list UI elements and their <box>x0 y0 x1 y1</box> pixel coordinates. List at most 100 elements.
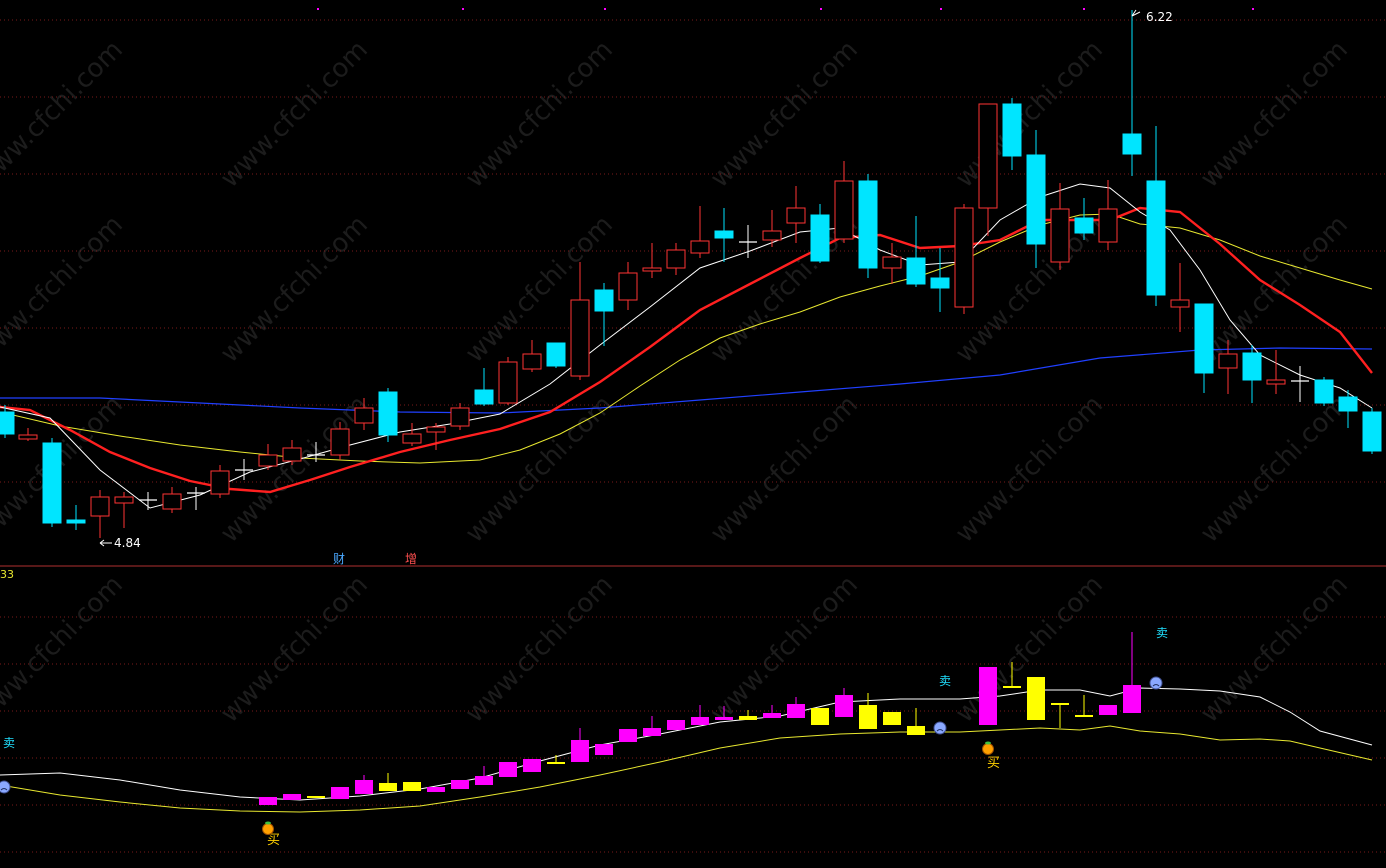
candle-body <box>426 426 446 433</box>
candle-body <box>1002 103 1022 157</box>
indicator-bar <box>475 776 493 785</box>
candle-body <box>930 277 950 289</box>
indicator-bar <box>283 794 301 800</box>
candle-body <box>210 470 230 495</box>
candle-body <box>474 389 494 405</box>
indicator-bar <box>835 695 853 717</box>
candle-body <box>978 103 998 209</box>
candle-body <box>1170 299 1190 308</box>
candle-body <box>714 230 734 239</box>
buy-orange-icon <box>262 823 274 835</box>
watermark-text: www.cfchi.com <box>0 210 129 369</box>
candle-body <box>1074 217 1094 234</box>
candle-body <box>594 289 614 312</box>
sell-label: 卖 <box>1156 626 1168 640</box>
top-tick <box>940 8 942 10</box>
grid-lines <box>0 8 1386 853</box>
indicator-bar <box>763 713 781 718</box>
indicator-bar <box>1123 685 1141 713</box>
indicator-value: 33 <box>0 568 14 581</box>
sell-face-icon <box>933 721 947 735</box>
candle-body <box>1314 379 1334 404</box>
candle-body <box>330 428 350 456</box>
sell-face-icon <box>0 780 11 794</box>
low-arrow-icon <box>99 539 112 547</box>
candle-body <box>450 407 470 427</box>
moving-average-line <box>0 206 1373 494</box>
indicator-bar <box>355 780 373 794</box>
candle-body <box>18 434 38 440</box>
indicator-bar <box>691 717 709 725</box>
watermark-text: www.cfchi.com <box>950 390 1109 549</box>
low-price-label: 4.84 <box>114 536 141 550</box>
candle-body <box>570 299 590 377</box>
watermark-text: www.cfchi.com <box>1195 35 1354 194</box>
stock-chart: www.cfchi.com www.cfchi.com www.cfchi.com w… <box>0 8 1386 853</box>
candle-body <box>522 353 542 370</box>
candle-body <box>762 230 782 241</box>
moving-average-lines <box>0 183 1373 509</box>
sell-label: 卖 <box>3 736 15 750</box>
watermark-text: www.cfchi.com <box>215 210 374 369</box>
indicator-bar <box>379 783 397 791</box>
indicator-lines <box>0 687 1373 813</box>
candle-body <box>834 180 854 240</box>
indicator-bar <box>643 728 661 736</box>
candle-body <box>402 433 422 444</box>
watermark-text: www.cfchi.com <box>0 570 129 729</box>
watermark-text: www.cfchi.com <box>705 35 864 194</box>
indicator-bar <box>715 717 733 720</box>
watermark-text: www.cfchi.com <box>705 390 864 549</box>
moving-average-line <box>0 213 1373 464</box>
indicator-bar <box>739 716 757 720</box>
watermark-text: www.cfchi.com <box>215 35 374 194</box>
top-tick <box>317 8 319 10</box>
top-tick <box>604 8 606 10</box>
indicator-bar <box>787 704 805 718</box>
buy-orange-icon <box>982 743 994 755</box>
candle-body <box>858 180 878 269</box>
watermark-text: www.cfchi.com <box>460 210 619 369</box>
indicator-bar <box>403 782 421 791</box>
candle-body <box>1146 180 1166 296</box>
candle-body <box>642 267 662 272</box>
sell-label: 卖 <box>939 674 951 688</box>
top-tick <box>820 8 822 10</box>
candle-body <box>114 496 134 504</box>
candle-body <box>1218 353 1238 369</box>
indicator-bar <box>811 708 829 725</box>
candle-body <box>810 214 830 262</box>
annotation-zeng: 增 <box>405 552 417 566</box>
top-tick <box>1083 8 1085 10</box>
price-candles <box>0 10 1382 538</box>
watermark-text: www.cfchi.com <box>0 35 129 194</box>
candle-body <box>1026 154 1046 245</box>
candle-body <box>1362 411 1382 452</box>
candle-body <box>282 447 302 462</box>
watermark-text: www.cfchi.com <box>460 390 619 549</box>
candle-body <box>546 342 566 367</box>
indicator-bar <box>1099 705 1117 715</box>
watermark-text: www.cfchi.com <box>1195 390 1354 549</box>
moving-average-line <box>0 183 1373 509</box>
candle-body <box>954 207 974 308</box>
candle-body <box>786 207 806 224</box>
candle-body <box>90 496 110 517</box>
watermark-text: www.cfchi.com <box>460 570 619 729</box>
candle-body <box>690 240 710 254</box>
watermark-text: www.cfchi.com <box>215 390 374 549</box>
candle-body <box>1098 208 1118 243</box>
indicator-bar <box>979 667 997 725</box>
high-price-label: 6.22 <box>1146 10 1173 24</box>
indicator-bar <box>331 787 349 799</box>
buy-orange-icon <box>985 741 991 745</box>
top-tick <box>1252 8 1254 10</box>
sell-face-icon <box>1149 676 1163 690</box>
candle-body <box>882 256 902 269</box>
indicator-bar <box>595 744 613 755</box>
high-arrow-icon <box>1131 9 1141 17</box>
watermark-text: www.cfchi.com <box>1195 570 1354 729</box>
candle-body <box>258 454 278 467</box>
indicator-bar <box>427 787 445 792</box>
candle-body <box>1050 208 1070 263</box>
